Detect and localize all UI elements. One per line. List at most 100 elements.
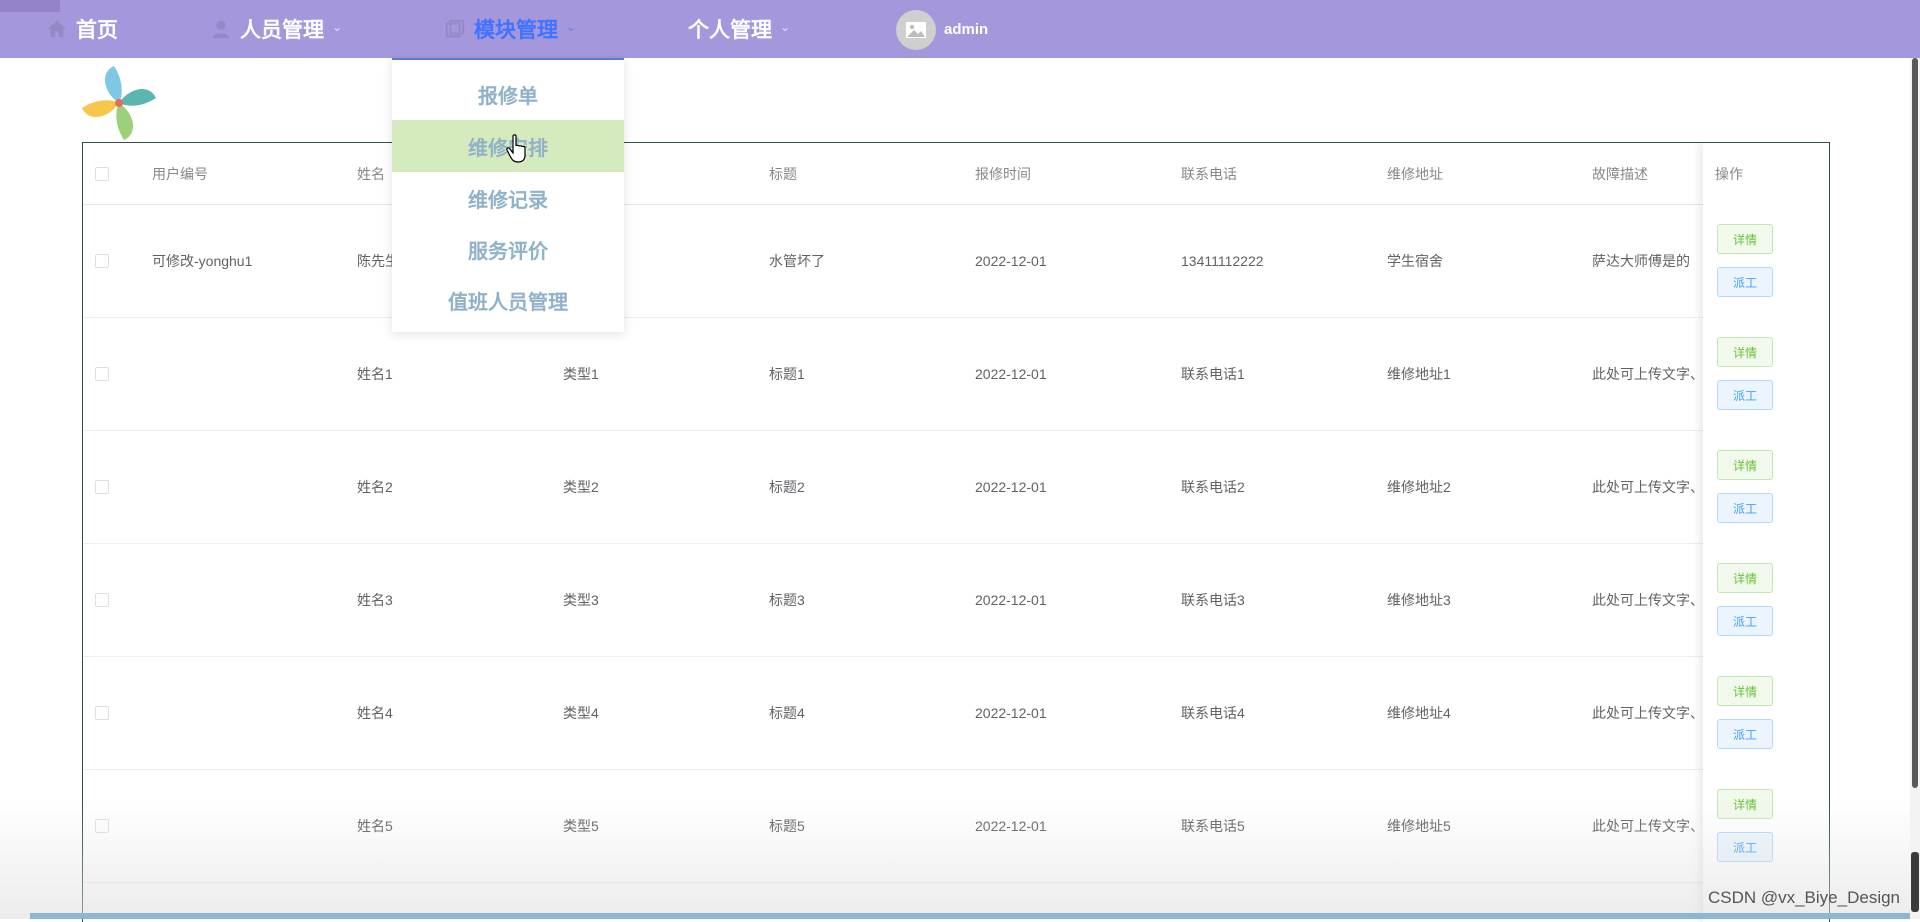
home-icon — [47, 20, 67, 38]
chevron-down-icon: ⌄ — [566, 20, 577, 34]
bottom-progress-bar — [30, 913, 1920, 919]
username[interactable]: admin — [944, 0, 988, 58]
cell-type: 类型2 — [563, 479, 599, 495]
assign-button[interactable]: 派工 — [1717, 606, 1773, 636]
cell-title: 标题4 — [769, 705, 805, 721]
cell-address: 学生宿舍 — [1387, 253, 1443, 269]
avatar[interactable] — [896, 10, 936, 50]
user-icon — [212, 20, 230, 39]
row-checkbox[interactable] — [95, 480, 109, 494]
nav-item-personnel[interactable]: 人员管理 ⌄ — [210, 0, 342, 58]
repair-table: 用户编号 姓名 类型 标题 报修时间 联系电话 维修地址 故障描述 可修改-yo… — [82, 142, 1830, 922]
top-navbar: 首页 人员管理 ⌄ 模块管理 ⌄ 个人管理 ⌄ admin — [0, 0, 1920, 58]
cell-description-line1: 此处可上传文字、 — [1592, 591, 1702, 608]
table-row[interactable]: 姓名2 类型2 标题2 2022-12-01 联系电话2 维修地址2 此处可上传文字、频、超… — [83, 431, 1829, 544]
cell-type: 类型1 — [563, 366, 599, 382]
cell-address: 维修地址5 — [1387, 818, 1451, 834]
menu-item-service-rating[interactable]: 服务评价 — [392, 223, 624, 275]
cell-phone: 联系电话3 — [1181, 592, 1245, 608]
cell-time: 2022-12-01 — [975, 592, 1047, 608]
cell-time: 2022-12-01 — [975, 366, 1047, 382]
detail-button[interactable]: 详情 — [1717, 563, 1773, 593]
detail-button[interactable]: 详情 — [1717, 337, 1773, 367]
detail-button[interactable]: 详情 — [1717, 224, 1773, 254]
cell-description: 此处可上传文字、频、超链接、表格 — [1592, 657, 1702, 769]
row-checkbox[interactable] — [95, 254, 109, 268]
cell-description: 此处可上传文字、频、超链接、表格 — [1592, 544, 1702, 656]
cell-phone: 联系电话4 — [1181, 705, 1245, 721]
cell-time: 2022-12-01 — [975, 479, 1047, 495]
row-checkbox[interactable] — [95, 819, 109, 833]
row-checkbox[interactable] — [95, 706, 109, 720]
assign-button[interactable]: 派工 — [1717, 719, 1773, 749]
column-header-title[interactable]: 标题 — [769, 143, 797, 205]
cell-type: 类型3 — [563, 592, 599, 608]
column-header-time[interactable]: 报修时间 — [975, 143, 1031, 205]
scrollbar-thumb[interactable] — [1912, 58, 1918, 788]
cell-name: 姓名2 — [357, 479, 393, 495]
cell-phone: 联系电话5 — [1181, 818, 1245, 834]
cell-description-line1: 此处可上传文字、 — [1592, 817, 1702, 834]
cell-type: 类型4 — [563, 705, 599, 721]
column-header-description[interactable]: 故障描述 — [1592, 143, 1648, 205]
nav-home-label: 首页 — [76, 19, 118, 42]
nav-item-home[interactable]: 首页 — [46, 0, 118, 58]
column-header-name[interactable]: 姓名 — [357, 143, 385, 205]
cell-time: 2022-12-01 — [975, 253, 1047, 269]
nav-modules-label: 模块管理 — [474, 19, 558, 42]
table-row[interactable]: 姓名5 类型5 标题5 2022-12-01 联系电话5 维修地址5 此处可上传文字、频、超… — [83, 770, 1829, 883]
cell-phone: 联系电话1 — [1181, 366, 1245, 382]
cell-name: 姓名3 — [357, 592, 393, 608]
cell-address: 维修地址1 — [1387, 366, 1451, 382]
nav-item-personal[interactable]: 个人管理 ⌄ — [688, 0, 790, 58]
row-checkbox[interactable] — [95, 593, 109, 607]
assign-button[interactable]: 派工 — [1717, 267, 1773, 297]
chevron-down-icon: ⌄ — [780, 20, 791, 34]
cell-time: 2022-12-01 — [975, 818, 1047, 834]
cell-phone: 联系电话2 — [1181, 479, 1245, 495]
cell-title: 标题3 — [769, 592, 805, 608]
cell-name: 姓名4 — [357, 705, 393, 721]
assign-button[interactable]: 派工 — [1717, 380, 1773, 410]
cell-title: 标题2 — [769, 479, 805, 495]
cell-title: 水管坏了 — [769, 253, 825, 269]
nav-personnel-label: 人员管理 — [240, 19, 324, 42]
column-header-phone[interactable]: 联系电话 — [1181, 143, 1237, 205]
watermark: CSDN @vx_Biye_Design — [1707, 888, 1900, 907]
table-row[interactable]: 姓名3 类型3 标题3 2022-12-01 联系电话3 维修地址3 此处可上传文字、频、超… — [83, 544, 1829, 657]
column-header-address[interactable]: 维修地址 — [1387, 143, 1443, 205]
row-checkbox[interactable] — [95, 367, 109, 381]
cell-description: 此处可上传文字、频、超链接、表格 — [1592, 318, 1702, 430]
cell-name: 姓名5 — [357, 818, 393, 834]
menu-item-repair-records[interactable]: 维修记录 — [392, 172, 624, 224]
table-row[interactable]: 姓名4 类型4 标题4 2022-12-01 联系电话4 维修地址4 此处可上传文字、频、超… — [83, 657, 1829, 770]
menu-item-duty-staff[interactable]: 值班人员管理 — [392, 274, 624, 326]
cell-name: 姓名1 — [357, 366, 393, 382]
detail-button[interactable]: 详情 — [1717, 789, 1773, 819]
assign-button[interactable]: 派工 — [1717, 493, 1773, 523]
table-row[interactable]: 可修改-yonghu1 陈先生 水管坏了 2022-12-01 13411112222 学… — [83, 205, 1829, 318]
assign-button[interactable]: 派工 — [1717, 832, 1773, 862]
detail-button[interactable]: 详情 — [1717, 676, 1773, 706]
module-icon — [445, 19, 465, 38]
column-header-user-id[interactable]: 用户编号 — [152, 143, 208, 205]
chevron-down-icon: ⌄ — [332, 20, 343, 34]
cell-description-line1: 此处可上传文字、 — [1592, 365, 1702, 382]
cell-address: 维修地址2 — [1387, 479, 1451, 495]
cell-user-id: 可修改-yonghu1 — [152, 253, 253, 269]
cell-time: 2022-12-01 — [975, 705, 1047, 721]
nav-item-modules[interactable]: 模块管理 ⌄ — [444, 0, 576, 58]
select-all-checkbox[interactable] — [95, 167, 109, 181]
table-row[interactable]: 姓名1 类型1 标题1 2022-12-01 联系电话1 维修地址1 此处可上传文字、频、超… — [83, 318, 1829, 431]
cell-title: 标题5 — [769, 818, 805, 834]
menu-item-repair-order[interactable]: 报修单 — [392, 68, 624, 120]
cell-address: 维修地址4 — [1387, 705, 1451, 721]
cell-phone: 13411112222 — [1181, 253, 1264, 269]
modules-dropdown-menu: 报修单 维修安排 维修记录 服务评价 值班人员管理 — [392, 58, 624, 332]
image-icon — [906, 22, 926, 38]
scrollbar-thumb-secondary[interactable] — [1911, 852, 1919, 912]
actions-column: 操作 详情 派工 详情 派工 详情 派工 详情 派工 详情 派工 详情 派工 — [1703, 143, 1829, 922]
cell-description-line1: 萨达大师傅是的 — [1592, 252, 1690, 269]
nav-personal-label: 个人管理 — [688, 19, 772, 42]
detail-button[interactable]: 详情 — [1717, 450, 1773, 480]
